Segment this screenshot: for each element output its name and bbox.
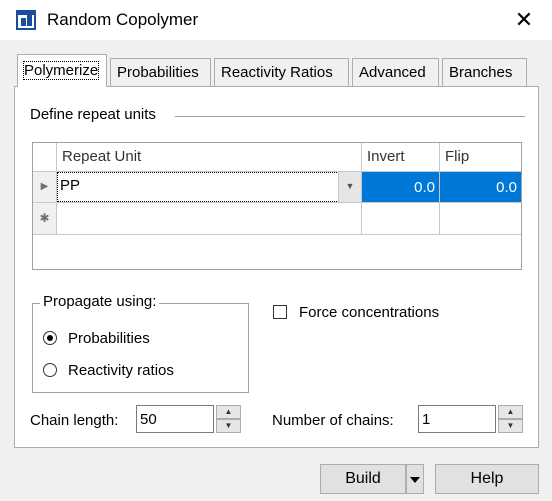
title-bar: Random Copolymer ✕	[0, 0, 552, 40]
chevron-down-icon[interactable]: ▼	[338, 172, 361, 202]
tab-label: Advanced	[359, 64, 426, 81]
focus-outline	[57, 172, 361, 202]
invert-cell[interactable]: 0.0	[362, 172, 440, 203]
tab-advanced[interactable]: Advanced	[352, 58, 439, 86]
number-of-chains-input[interactable]: 1	[418, 405, 496, 433]
tab-label: Branches	[449, 64, 513, 81]
number-of-chains-spinner[interactable]: ▲ ▼	[498, 405, 523, 433]
spin-up-icon[interactable]: ▲	[498, 405, 523, 419]
close-icon[interactable]: ✕	[505, 6, 543, 36]
radio-selected-dot	[47, 335, 53, 341]
tab-polymerize[interactable]: Polymerize	[17, 54, 107, 87]
chain-length-input[interactable]: 50	[136, 405, 214, 433]
tab-probabilities[interactable]: Probabilities	[110, 58, 211, 86]
window-title: Random Copolymer	[47, 10, 199, 29]
new-row-icon[interactable]: ✱	[33, 203, 57, 235]
radio-probabilities-label[interactable]: Probabilities	[68, 330, 150, 347]
repeat-units-grid[interactable]: Repeat Unit Invert Flip ▶ PP ▼ 0.0 0.0 ✱	[32, 142, 522, 270]
spin-down-icon[interactable]: ▼	[498, 419, 523, 433]
new-row-repeat-unit-cell[interactable]	[57, 203, 362, 235]
chevron-down-icon	[410, 477, 420, 483]
radio-reactivity-ratios[interactable]	[43, 363, 57, 377]
build-dropdown-button[interactable]	[406, 464, 424, 494]
spin-down-icon[interactable]: ▼	[216, 419, 241, 433]
radio-reactivity-ratios-label[interactable]: Reactivity ratios	[68, 362, 174, 379]
propagate-group	[32, 303, 249, 393]
build-button[interactable]: Build	[320, 464, 406, 494]
tab-branches[interactable]: Branches	[442, 58, 527, 86]
app-icon	[16, 10, 36, 30]
chain-length-label: Chain length:	[30, 412, 119, 429]
help-button[interactable]: Help	[435, 464, 539, 494]
spin-up-icon[interactable]: ▲	[216, 405, 241, 419]
number-of-chains-label: Number of chains:	[272, 412, 394, 429]
repeat-unit-combobox[interactable]: PP ▼	[57, 172, 362, 203]
tab-label: Reactivity Ratios	[221, 64, 333, 81]
force-concentrations-label[interactable]: Force concentrations	[299, 304, 439, 321]
column-header-flip[interactable]: Flip	[440, 143, 521, 172]
tab-reactivity-ratios[interactable]: Reactivity Ratios	[214, 58, 349, 86]
column-header-invert[interactable]: Invert	[362, 143, 440, 172]
force-concentrations-checkbox[interactable]	[273, 305, 287, 319]
grid-corner	[33, 143, 57, 172]
flip-cell[interactable]: 0.0	[440, 172, 521, 203]
new-row-invert-cell[interactable]	[362, 203, 440, 235]
repeat-unit-value: PP	[60, 177, 81, 194]
section-divider	[175, 116, 525, 117]
section-label-repeat-units: Define repeat units	[30, 106, 164, 123]
new-row-flip-cell[interactable]	[440, 203, 521, 235]
chain-length-spinner[interactable]: ▲ ▼	[216, 405, 241, 433]
tab-label: Polymerize	[22, 61, 100, 80]
row-indicator-icon[interactable]: ▶	[33, 172, 57, 203]
propagate-group-title: Propagate using:	[40, 293, 160, 310]
tab-label: Probabilities	[117, 64, 199, 81]
radio-probabilities[interactable]	[43, 331, 57, 345]
column-header-repeat-unit[interactable]: Repeat Unit	[57, 143, 362, 172]
